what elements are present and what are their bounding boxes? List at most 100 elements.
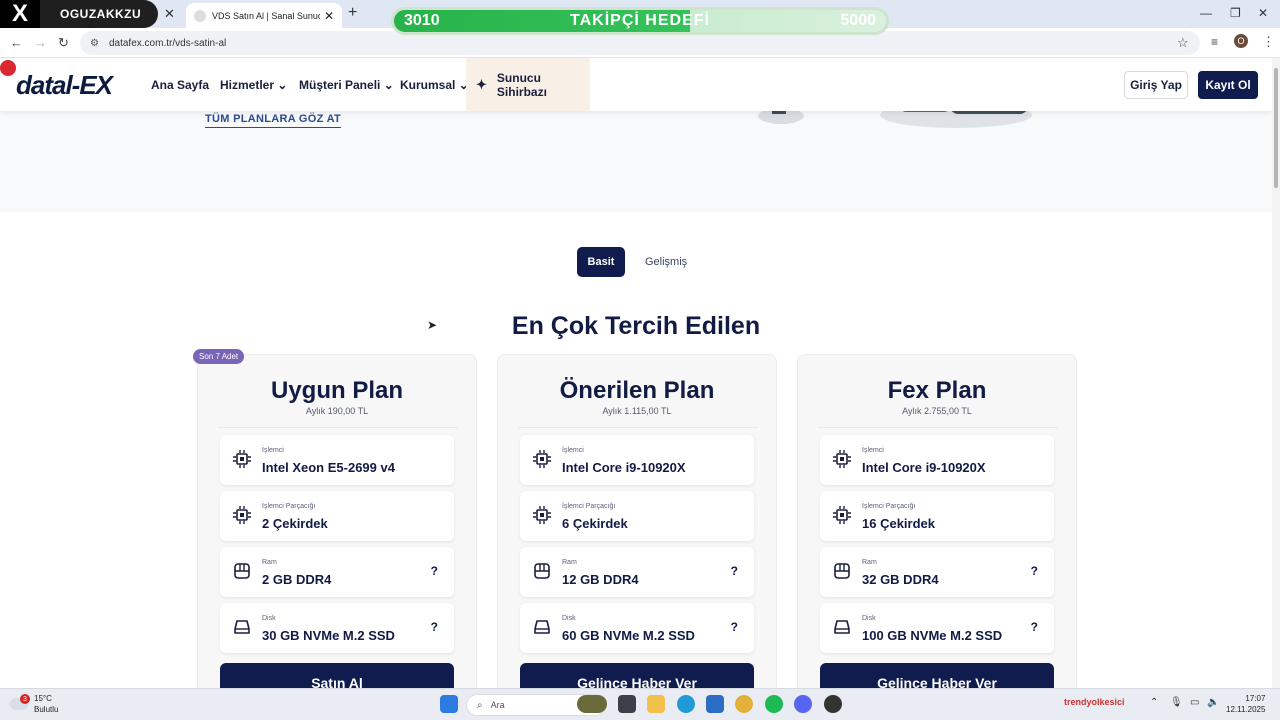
tab-active[interactable]: VDS Satın Al | Sanal Sunucu Kiral ✕	[186, 3, 342, 28]
nav-corporate[interactable]: Kurumsal ⌄	[400, 78, 469, 92]
help-icon[interactable]: ?	[731, 620, 738, 634]
bookmark-star-icon[interactable]: ☆	[1177, 35, 1189, 51]
help-icon[interactable]: ?	[731, 564, 738, 578]
close-icon[interactable]: ✕	[164, 6, 175, 22]
plan-card-fex: Fex Plan Aylık 2.755,00 TL İşlemci Intel…	[797, 354, 1077, 688]
chrome-icon[interactable]	[735, 695, 753, 713]
spec-value: 6 Çekirdek	[562, 516, 628, 531]
search-placeholder: Ara	[490, 700, 505, 710]
site-info-icon[interactable]: ⚙	[90, 38, 99, 49]
spec-value: 12 GB DDR4	[562, 572, 639, 587]
goal-label: TAKİPÇİ HEDEFİ	[570, 12, 710, 29]
buy-button[interactable]: Satın Al	[220, 663, 454, 688]
brand-mark-icon	[0, 60, 16, 76]
spec-label: Disk	[562, 615, 576, 622]
forward-icon[interactable]: →	[34, 35, 47, 50]
nav-services[interactable]: Hizmetler ⌄	[220, 78, 287, 92]
windows-start-icon[interactable]	[440, 695, 458, 713]
spec-label: Disk	[262, 615, 276, 622]
nav-home[interactable]: Ana Sayfa	[151, 78, 209, 92]
help-icon[interactable]: ?	[1031, 620, 1038, 634]
volume-icon[interactable]: 🔈	[1207, 697, 1219, 708]
spec-label: İşlemci Parçacığı	[562, 503, 616, 510]
spec-value: 2 GB DDR4	[262, 572, 332, 587]
media-icon[interactable]: ≡	[1211, 35, 1218, 49]
toggle-basic[interactable]: Basit	[577, 247, 625, 277]
help-icon[interactable]: ?	[1031, 564, 1038, 578]
favicon-icon	[194, 9, 206, 22]
brand-logo[interactable]: datal-EX	[16, 70, 113, 101]
minimize-icon[interactable]: —	[1200, 6, 1212, 20]
follower-goal-bar: 3010 TAKİPÇİ HEDEFİ 5000	[391, 7, 889, 35]
notify-button[interactable]: Gelince Haber Ver	[820, 663, 1054, 688]
spec-cpu: İşlemci Intel Core i9-10920X	[520, 435, 754, 485]
spec-label: İşlemci	[562, 447, 584, 454]
network-icon[interactable]: ▭	[1190, 697, 1199, 708]
close-icon[interactable]: ✕	[324, 9, 334, 23]
section-title: En Çok Tercih Edilen	[511, 312, 761, 340]
nav-services-label: Hizmetler	[220, 78, 275, 92]
sparkle-icon: ✦	[476, 76, 487, 92]
goal-current: 3010	[404, 12, 440, 29]
cpu-icon	[533, 450, 551, 468]
ram-icon	[234, 563, 250, 579]
weather-widget[interactable]: 3 15°C Bulutlu	[10, 693, 58, 715]
register-button[interactable]: Kayıt Ol	[1198, 71, 1258, 99]
page-scrollbar[interactable]	[1272, 58, 1280, 688]
clock-time: 17:07	[1245, 694, 1266, 703]
site-navbar: datal-EX Ana Sayfa Hizmetler ⌄ Müşteri P…	[0, 58, 1272, 111]
x-logo-icon: X	[0, 0, 40, 28]
restore-icon[interactable]: ❐	[1230, 6, 1241, 20]
spec-ram: Ram 12 GB DDR4 ?	[520, 547, 754, 597]
spec-value: 32 GB DDR4	[862, 572, 939, 587]
divider	[218, 427, 458, 428]
web-page: TÜM PLANLARA GÖZ AT datal-EX Ana Sayfa H…	[0, 58, 1272, 688]
help-icon[interactable]: ?	[431, 564, 438, 578]
search-highlight-icon[interactable]	[577, 695, 607, 713]
outlook-icon[interactable]	[706, 695, 724, 713]
reload-icon[interactable]: ↻	[58, 35, 69, 51]
spec-disk: Disk 30 GB NVMe M.2 SSD ?	[220, 603, 454, 653]
divider	[518, 427, 758, 428]
spec-label: Disk	[862, 615, 876, 622]
help-icon[interactable]: ?	[431, 620, 438, 634]
microphone-icon[interactable]: 🎙	[1170, 697, 1183, 708]
plan-price: Aylık 2.755,00 TL	[902, 406, 972, 416]
new-tab-icon[interactable]: +	[348, 4, 357, 22]
all-plans-link[interactable]: TÜM PLANLARA GÖZ AT	[205, 113, 342, 128]
plan-card-onerilen: Önerilen Plan Aylık 1.115,00 TL İşlemci …	[497, 354, 777, 688]
cpu-icon	[233, 506, 251, 524]
menu-kebab-icon[interactable]: ⋮	[1262, 34, 1275, 50]
nav-server-wizard[interactable]: ✦ Sunucu Sihirbazı	[466, 58, 590, 111]
streamer-name: OGUZAKKZU	[40, 0, 158, 28]
spec-label: İşlemci	[262, 447, 284, 454]
app-icon[interactable]	[824, 695, 842, 713]
profile-avatar[interactable]: O	[1234, 34, 1248, 48]
spec-ram: Ram 2 GB DDR4 ?	[220, 547, 454, 597]
task-view-icon[interactable]	[618, 695, 636, 713]
file-explorer-icon[interactable]	[647, 695, 665, 713]
nav-customer-panel[interactable]: Müşteri Paneli ⌄	[299, 78, 394, 92]
login-button[interactable]: Giriş Yap	[1124, 71, 1188, 99]
tray-chevron-icon[interactable]: ⌃	[1150, 697, 1158, 708]
spec-value: 2 Çekirdek	[262, 516, 328, 531]
trendyol-widget[interactable]: trendyolkesici	[1064, 697, 1125, 707]
notify-button[interactable]: Gelince Haber Ver	[520, 663, 754, 688]
toggle-advanced[interactable]: Gelişmiş	[645, 256, 687, 268]
back-icon[interactable]: ←	[10, 35, 23, 50]
scrollbar-thumb[interactable]	[1274, 68, 1278, 188]
cpu-icon	[533, 506, 551, 524]
cloud-icon: 3	[10, 694, 30, 710]
spec-threads: İşlemci Parçacığı 16 Çekirdek	[820, 491, 1054, 541]
weather-desc: Bulutlu	[34, 705, 59, 714]
close-window-icon[interactable]: ✕	[1258, 6, 1268, 20]
clock-date: 12.11.2025	[1226, 705, 1266, 714]
discord-icon[interactable]	[794, 695, 812, 713]
cpu-icon	[833, 506, 851, 524]
edge-icon[interactable]	[677, 695, 695, 713]
spec-threads: İşlemci Parçacığı 2 Çekirdek	[220, 491, 454, 541]
spec-value: Intel Xeon E5-2699 v4	[262, 460, 395, 475]
spec-label: İşlemci Parçacığı	[862, 503, 916, 510]
spotify-icon[interactable]	[765, 695, 783, 713]
system-clock[interactable]: 17:07 12.11.2025	[1226, 693, 1265, 715]
